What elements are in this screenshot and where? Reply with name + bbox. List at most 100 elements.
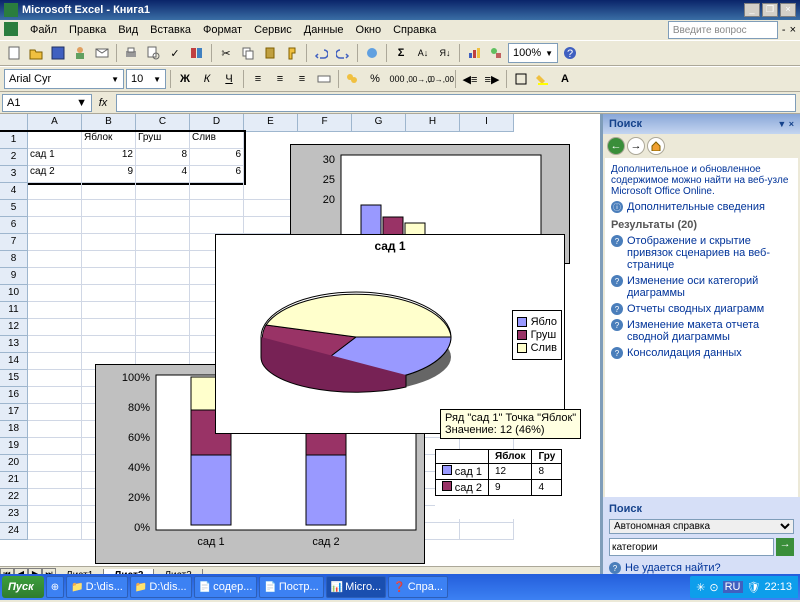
row-header[interactable]: 10 [0, 285, 28, 302]
task-item[interactable]: 📄содер... [194, 576, 258, 598]
cell[interactable] [82, 234, 136, 251]
fx-button[interactable]: fx [94, 94, 112, 112]
search-source[interactable]: Автономная справка [609, 519, 794, 534]
cell[interactable]: Слив [190, 132, 244, 149]
menu-window[interactable]: Окно [350, 22, 388, 38]
cell[interactable] [28, 234, 82, 251]
search-input[interactable] [609, 538, 774, 556]
task-item-active[interactable]: 📊Micro... [326, 576, 387, 598]
row-header[interactable]: 2 [0, 149, 28, 166]
menu-edit[interactable]: Правка [63, 22, 112, 38]
bold-button[interactable]: Ж [175, 69, 195, 89]
close-button[interactable]: × [780, 3, 796, 17]
row-header[interactable]: 15 [0, 370, 28, 387]
minimize-button[interactable]: _ [744, 3, 760, 17]
currency-button[interactable] [343, 69, 363, 89]
col-header[interactable]: I [460, 114, 514, 132]
cell[interactable] [136, 183, 190, 200]
row-header[interactable]: 24 [0, 523, 28, 540]
cell[interactable]: 6 [190, 166, 244, 183]
home-button[interactable] [647, 137, 665, 155]
undo-button[interactable] [311, 43, 331, 63]
cell[interactable] [136, 336, 190, 353]
cell[interactable] [28, 183, 82, 200]
comma-button[interactable]: 000 [387, 69, 407, 89]
row-header[interactable]: 21 [0, 472, 28, 489]
cell[interactable] [28, 472, 82, 489]
task-item[interactable]: 📄Постр... [259, 576, 323, 598]
cell[interactable] [82, 217, 136, 234]
paste-button[interactable] [260, 43, 280, 63]
select-all-corner[interactable] [0, 114, 28, 132]
menu-file[interactable]: Файл [24, 22, 63, 38]
help-question-input[interactable]: Введите вопрос [668, 21, 778, 39]
cell[interactable]: 4 [136, 166, 190, 183]
align-right-button[interactable]: ≡ [292, 69, 312, 89]
row-header[interactable]: 13 [0, 336, 28, 353]
result-link[interactable]: ?Отображение и скрытие привязок сценарие… [611, 235, 792, 271]
cell[interactable] [28, 523, 82, 540]
cell[interactable] [28, 217, 82, 234]
result-link[interactable]: ?Консолидация данных [611, 347, 792, 359]
row-header[interactable]: 19 [0, 438, 28, 455]
col-header[interactable]: D [190, 114, 244, 132]
row-header[interactable]: 7 [0, 234, 28, 251]
menu-insert[interactable]: Вставка [144, 22, 197, 38]
cell[interactable] [28, 404, 82, 421]
result-link[interactable]: ?Изменение оси категорий диаграммы [611, 275, 792, 299]
tray-icon[interactable]: ✳ [696, 581, 705, 594]
menu-data[interactable]: Данные [298, 22, 350, 38]
col-header[interactable]: H [406, 114, 460, 132]
row-header[interactable]: 17 [0, 404, 28, 421]
col-header[interactable]: G [352, 114, 406, 132]
pie-chart[interactable]: сад 1 Ябло Груш Слив [215, 234, 565, 434]
zoom-combo[interactable]: 100%▼ [508, 43, 558, 63]
redo-button[interactable] [333, 43, 353, 63]
tray-icon[interactable]: ⊙ [709, 581, 718, 594]
link-button[interactable] [362, 43, 382, 63]
cell[interactable]: 9 [82, 166, 136, 183]
dec-indent-button[interactable]: ◀≡ [460, 69, 480, 89]
cell[interactable] [136, 268, 190, 285]
row-header[interactable]: 20 [0, 455, 28, 472]
save-button[interactable] [48, 43, 68, 63]
copy-button[interactable] [238, 43, 258, 63]
col-header[interactable]: E [244, 114, 298, 132]
row-header[interactable]: 3 [0, 166, 28, 183]
row-header[interactable]: 14 [0, 353, 28, 370]
open-button[interactable] [26, 43, 46, 63]
size-combo[interactable]: 10▼ [126, 69, 166, 89]
spell-button[interactable]: ✓ [165, 43, 185, 63]
cell[interactable]: 12 [82, 149, 136, 166]
result-link[interactable]: ?Отчеты сводных диаграмм [611, 303, 792, 315]
cell[interactable] [136, 251, 190, 268]
drawing-button[interactable] [486, 43, 506, 63]
restore-button[interactable]: ❐ [762, 3, 778, 17]
cell[interactable]: 8 [136, 149, 190, 166]
row-header[interactable]: 22 [0, 489, 28, 506]
cell[interactable] [28, 319, 82, 336]
cell[interactable]: сад 1 [28, 149, 82, 166]
format-painter-button[interactable] [282, 43, 302, 63]
doc-close-button[interactable]: × [790, 24, 796, 36]
cell[interactable] [136, 200, 190, 217]
cell[interactable] [28, 285, 82, 302]
mail-button[interactable] [92, 43, 112, 63]
task-item[interactable]: 📁D:\dis... [130, 576, 192, 598]
preview-button[interactable] [143, 43, 163, 63]
cell[interactable] [82, 302, 136, 319]
percent-button[interactable]: % [365, 69, 385, 89]
result-link[interactable]: ?Изменение макета отчета сводной диаграм… [611, 319, 792, 343]
cell[interactable] [28, 421, 82, 438]
start-button[interactable]: Пуск [2, 576, 44, 598]
forward-button[interactable]: → [627, 137, 645, 155]
inc-decimal-button[interactable]: ,00→,0 [409, 69, 429, 89]
cell[interactable] [136, 285, 190, 302]
cell[interactable] [82, 319, 136, 336]
underline-button[interactable]: Ч [219, 69, 239, 89]
italic-button[interactable]: К [197, 69, 217, 89]
cell[interactable] [28, 387, 82, 404]
inc-indent-button[interactable]: ≡▶ [482, 69, 502, 89]
col-header[interactable]: C [136, 114, 190, 132]
clock[interactable]: 22:13 [764, 581, 792, 593]
